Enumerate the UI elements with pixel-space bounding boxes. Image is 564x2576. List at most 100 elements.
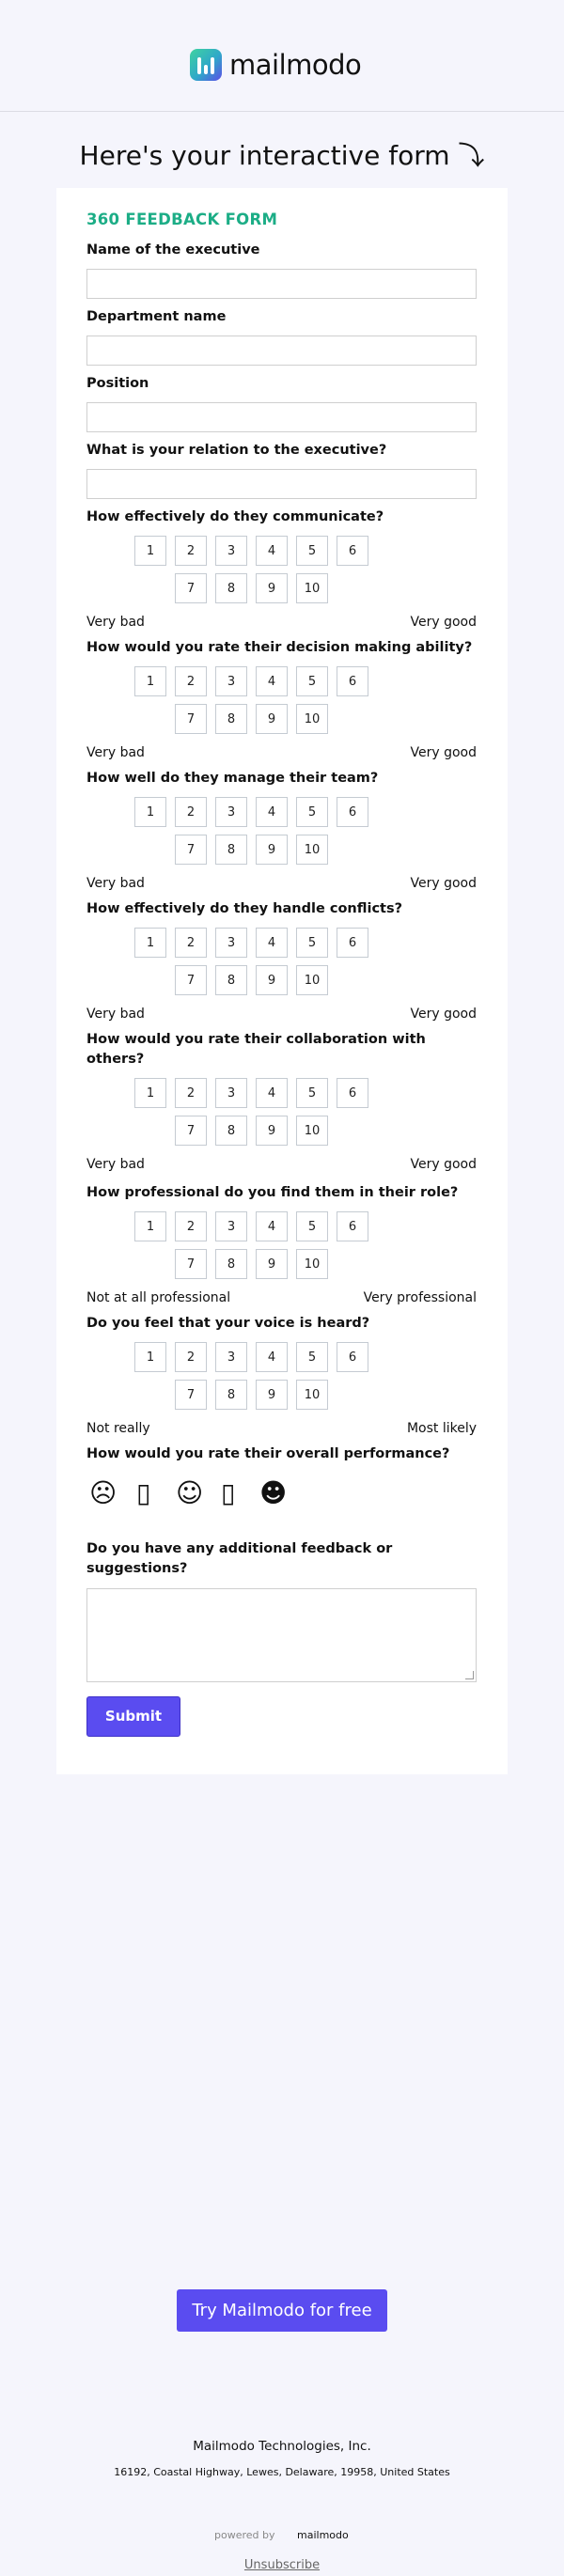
feedback-textarea[interactable] [86, 1588, 477, 1682]
rating-option[interactable]: 1 [134, 1342, 166, 1372]
rating-option[interactable]: 10 [296, 835, 328, 865]
rating-option[interactable]: 8 [215, 1116, 247, 1146]
rating-option[interactable]: 7 [175, 573, 207, 603]
rating-option[interactable]: 7 [175, 1116, 207, 1146]
rating-option[interactable]: 3 [215, 666, 247, 696]
rating-option[interactable]: 8 [215, 573, 247, 603]
rating-option[interactable]: 10 [296, 573, 328, 603]
scale-low-label: Very bad [86, 745, 145, 760]
rating-option[interactable]: 9 [256, 1249, 288, 1279]
scale-low-label: Not really [86, 1421, 150, 1436]
rating-option[interactable]: 5 [296, 928, 328, 958]
submit-button[interactable]: Submit [86, 1696, 180, 1737]
rating-option[interactable]: 6 [337, 666, 368, 696]
love-face-icon[interactable]: ☻ [259, 1477, 287, 1508]
rating-option[interactable]: 4 [256, 1342, 288, 1372]
rating-option[interactable]: 6 [337, 797, 368, 827]
rating-option[interactable]: 10 [296, 965, 328, 995]
neutral-face-icon[interactable]: ☺ [176, 1477, 203, 1508]
rating-option[interactable]: 2 [175, 928, 207, 958]
rating-option[interactable]: 6 [337, 928, 368, 958]
rating-option[interactable]: 2 [175, 536, 207, 566]
rating-option[interactable]: 1 [134, 666, 166, 696]
department-name-field[interactable] [86, 336, 477, 366]
rating-option[interactable]: 7 [175, 1249, 207, 1279]
rating-option[interactable]: 1 [134, 1078, 166, 1108]
rating-option[interactable]: 10 [296, 1249, 328, 1279]
position-field[interactable] [86, 402, 477, 432]
rating-option[interactable]: 7 [175, 965, 207, 995]
scale-low-label: Very bad [86, 1007, 145, 1022]
executive-name-field[interactable] [86, 269, 477, 299]
scale-high-label: Very good [410, 615, 478, 630]
rating-option[interactable]: 4 [256, 1211, 288, 1241]
rating-option[interactable]: 6 [337, 1342, 368, 1372]
powered-by-brand[interactable]: mailmodo [297, 2529, 349, 2541]
rating-option[interactable]: 6 [337, 536, 368, 566]
try-mailmodo-button[interactable]: Try Mailmodo for free [177, 2289, 387, 2332]
rating-option[interactable]: 2 [175, 1078, 207, 1108]
sad-face-icon[interactable]: ☹ [89, 1477, 117, 1508]
rating-option[interactable]: 6 [337, 1078, 368, 1108]
rating-option[interactable]: 1 [134, 536, 166, 566]
rating-option[interactable]: 2 [175, 666, 207, 696]
rating-option[interactable]: 8 [215, 1249, 247, 1279]
rating-option[interactable]: 2 [175, 1211, 207, 1241]
rating-option[interactable]: 5 [296, 1078, 328, 1108]
rating-option[interactable]: 8 [215, 965, 247, 995]
rating-option[interactable]: 5 [296, 797, 328, 827]
question-label: What is your relation to the executive? [86, 443, 387, 458]
rating-option[interactable]: 10 [296, 704, 328, 734]
rating-option[interactable]: 7 [175, 835, 207, 865]
rating-option[interactable]: 10 [296, 1380, 328, 1410]
unsubscribe-link[interactable]: Unsubscribe [0, 2558, 564, 2572]
rating-option[interactable]: 4 [256, 1078, 288, 1108]
rating-option[interactable]: 9 [256, 965, 288, 995]
rating-option[interactable]: 4 [256, 797, 288, 827]
rating-option[interactable]: 1 [134, 1211, 166, 1241]
rating-option[interactable]: 9 [256, 573, 288, 603]
rating-option[interactable]: 4 [256, 928, 288, 958]
rating-option[interactable]: 8 [215, 704, 247, 734]
overall-performance-question: How would you rate their overall perform… [86, 1446, 450, 1461]
scale-high-label: Very good [410, 1157, 478, 1172]
rating-option[interactable]: 9 [256, 1380, 288, 1410]
rating-option[interactable]: 1 [134, 797, 166, 827]
rating-option[interactable]: 2 [175, 797, 207, 827]
rating-option[interactable]: 5 [296, 536, 328, 566]
rating-option[interactable]: 7 [175, 1380, 207, 1410]
rating-option[interactable]: 2 [175, 1342, 207, 1372]
rating-option[interactable]: 7 [175, 704, 207, 734]
rating-option[interactable]: 8 [215, 1380, 247, 1410]
rating-option[interactable]: 4 [256, 666, 288, 696]
rating-option[interactable]: 9 [256, 835, 288, 865]
mailmodo-logo-icon [190, 49, 222, 81]
rating-option[interactable]: 5 [296, 1211, 328, 1241]
question-label: Name of the executive [86, 242, 260, 258]
rating-option[interactable]: 3 [215, 1342, 247, 1372]
form-title: 360 FEEDBACK FORM [86, 211, 278, 228]
rating-option[interactable]: 5 [296, 666, 328, 696]
rating-option[interactable]: 5 [296, 1342, 328, 1372]
rating-option[interactable]: 6 [337, 1211, 368, 1241]
smile-face-icon[interactable]: ▯ [221, 1477, 235, 1508]
company-name: Mailmodo Technologies, Inc. [193, 2439, 371, 2454]
neutral-sad-face-icon[interactable]: ▯ [136, 1477, 150, 1508]
rating-option[interactable]: 3 [215, 797, 247, 827]
resize-handle-icon[interactable] [465, 1671, 474, 1679]
rating-option[interactable]: 3 [215, 536, 247, 566]
rating-option[interactable]: 4 [256, 536, 288, 566]
rating-option[interactable]: 1 [134, 928, 166, 958]
rating-option[interactable]: 10 [296, 1116, 328, 1146]
rating-option[interactable]: 8 [215, 835, 247, 865]
rating-option[interactable]: 3 [215, 1078, 247, 1108]
question-label: Department name [86, 309, 227, 324]
relation-field[interactable] [86, 469, 477, 499]
rating-option[interactable]: 3 [215, 928, 247, 958]
question-label: How professional do you find them in the… [86, 1185, 459, 1200]
logo: mailmodo [190, 49, 362, 81]
brand-name: mailmodo [229, 49, 362, 81]
rating-option[interactable]: 3 [215, 1211, 247, 1241]
rating-option[interactable]: 9 [256, 1116, 288, 1146]
rating-option[interactable]: 9 [256, 704, 288, 734]
